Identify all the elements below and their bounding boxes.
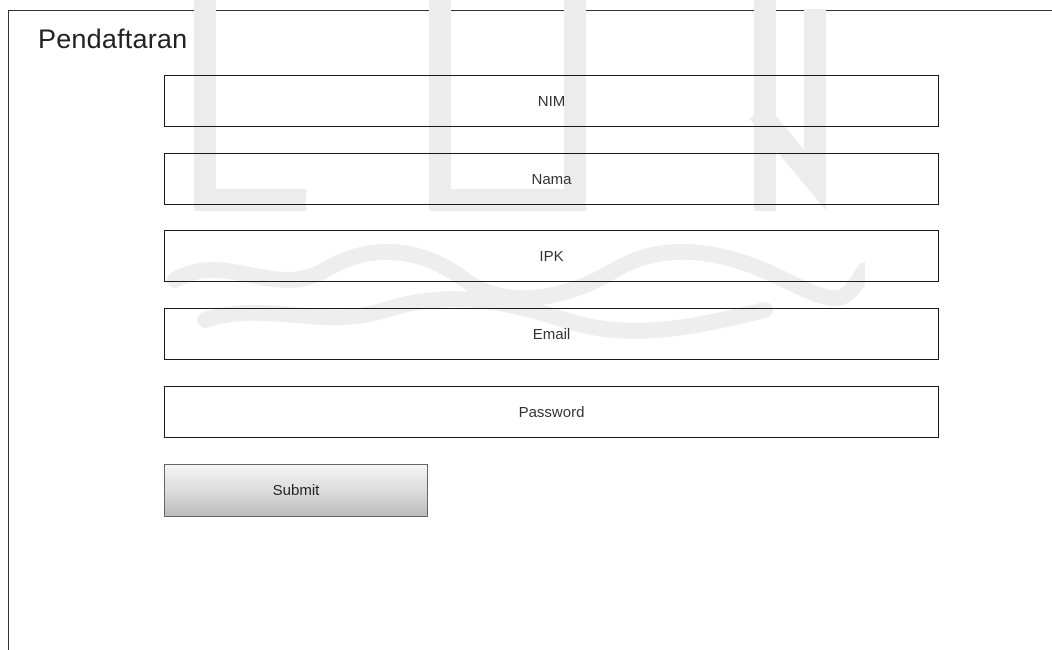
email-field[interactable] — [164, 308, 939, 360]
ipk-field[interactable] — [164, 230, 939, 282]
submit-button[interactable]: Submit — [164, 464, 428, 517]
nim-field[interactable] — [164, 75, 939, 127]
nama-field[interactable] — [164, 153, 939, 205]
page-title: Pendaftaran — [38, 24, 188, 54]
password-field[interactable] — [164, 386, 939, 438]
